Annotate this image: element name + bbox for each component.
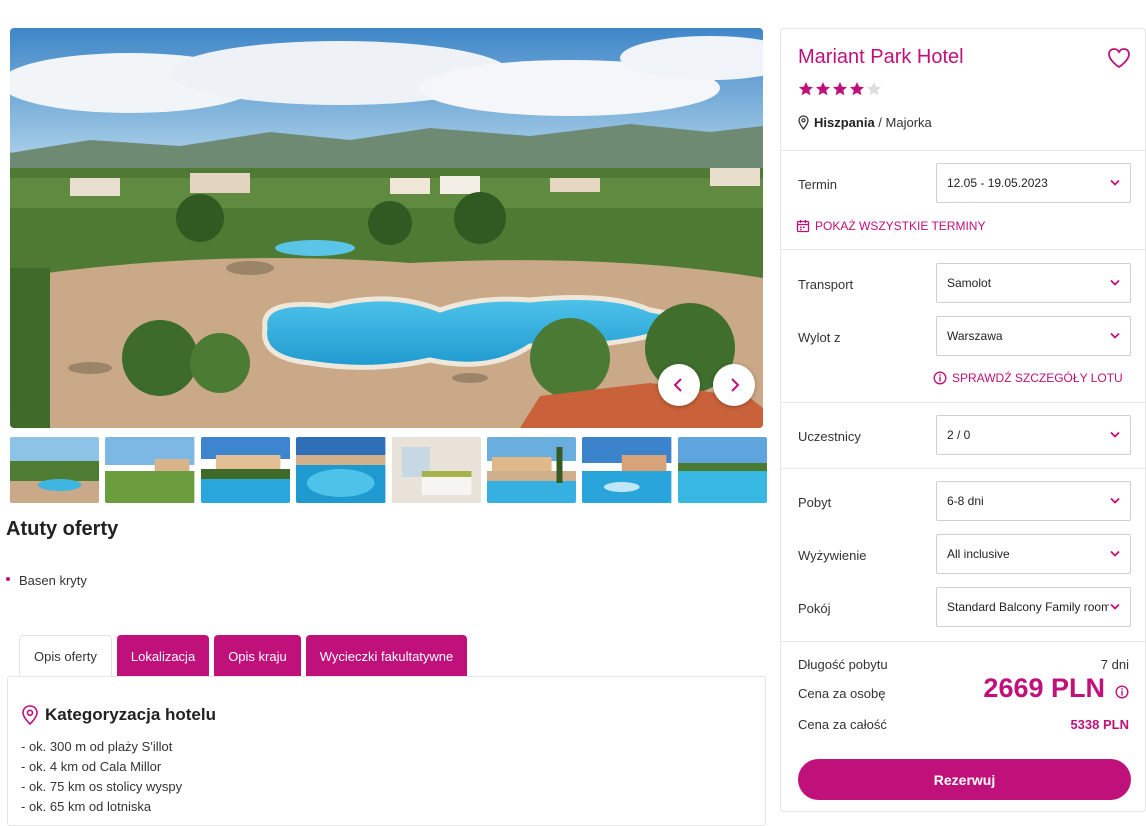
- hotel-category-title: Kategoryzacja hotelu: [45, 705, 216, 724]
- favorite-heart-icon[interactable]: [1107, 47, 1131, 69]
- chevron-down-icon: [1109, 496, 1121, 506]
- room-select[interactable]: Standard Balcony Family room: [936, 587, 1131, 627]
- thumbnail[interactable]: [677, 437, 767, 503]
- tab-location[interactable]: Lokalizacja: [116, 635, 210, 677]
- tab-offer-description[interactable]: Opis oferty: [19, 635, 112, 677]
- departure-value: Warszawa: [947, 329, 1003, 343]
- gallery-prev-button[interactable]: [658, 364, 700, 406]
- termin-label: Termin: [798, 177, 838, 192]
- location-pin-icon: [22, 705, 38, 725]
- star-filled-icon: [833, 82, 847, 96]
- chevron-left-icon: [673, 378, 682, 392]
- gallery-next-button[interactable]: [713, 364, 755, 406]
- thumbnail[interactable]: [105, 437, 195, 503]
- thumbnail[interactable]: [200, 437, 291, 503]
- stay-select[interactable]: 6-8 dni: [936, 481, 1131, 521]
- termin-select[interactable]: 12.05 - 19.05.2023: [936, 163, 1131, 203]
- calendar-icon: [796, 220, 810, 233]
- participants-value: 2 / 0: [947, 428, 971, 442]
- hero-image[interactable]: [10, 28, 763, 428]
- location-separator: /: [874, 115, 886, 130]
- thumbnail[interactable]: [486, 437, 577, 503]
- price-per-person-label: Cena za osobę: [798, 686, 886, 701]
- show-all-dates-label: POKAŻ WSZYSTKIE TERMINY: [815, 219, 986, 233]
- offer-tabs: Opis oferty Lokalizacja Opis kraju Wycie…: [19, 635, 468, 677]
- participants-label: Uczestnicy: [798, 429, 861, 444]
- star-empty-icon: [867, 82, 881, 96]
- tab-panel: Kategoryzacja hotelu - ok. 300 m od plaż…: [7, 676, 766, 826]
- chevron-down-icon: [1109, 430, 1121, 440]
- transport-value: Samolot: [947, 276, 992, 290]
- chevron-down-icon: [1109, 602, 1121, 612]
- location-pin-icon: [798, 115, 809, 130]
- divider: [781, 402, 1145, 403]
- stay-length-value: 7 dni: [1100, 657, 1129, 672]
- divider: [781, 150, 1145, 151]
- list-item: - ok. 75 km os stolicy wyspy: [21, 779, 183, 794]
- room-value: Standard Balcony Family room: [947, 600, 1112, 614]
- chevron-down-icon: [1109, 178, 1121, 188]
- chevron-down-icon: [1109, 331, 1121, 341]
- price-per-person: 2669 PLN: [983, 673, 1105, 703]
- tab-country-description[interactable]: Opis kraju: [214, 635, 301, 677]
- departure-select[interactable]: Warszawa: [936, 316, 1131, 356]
- info-icon: [933, 371, 947, 385]
- total-price: 5338 PLN: [1070, 717, 1129, 732]
- star-filled-icon: [816, 82, 830, 96]
- hotel-category-list: - ok. 300 m od plaży S'illot - ok. 4 km …: [21, 737, 182, 817]
- total-price-label: Cena za całość: [798, 717, 887, 732]
- thumbnail[interactable]: [582, 437, 672, 503]
- list-item: - ok. 300 m od plaży S'illot: [21, 739, 173, 754]
- info-icon[interactable]: [1115, 685, 1129, 699]
- offer-highlights-list: Basen kryty: [6, 573, 87, 588]
- chevron-down-icon: [1109, 549, 1121, 559]
- hotel-name: Mariant Park Hotel: [798, 46, 964, 68]
- stay-label: Pobyt: [798, 495, 832, 510]
- book-button[interactable]: Rezerwuj: [798, 759, 1131, 800]
- participants-select[interactable]: 2 / 0: [936, 415, 1131, 455]
- tab-excursions[interactable]: Wycieczki fakultatywne: [305, 635, 468, 677]
- hotel-location: Hiszpania / Majorka: [798, 115, 932, 130]
- board-value: All inclusive: [947, 547, 1010, 561]
- list-item: - ok. 65 km od lotniska: [21, 799, 152, 814]
- board-label: Wyżywienie: [798, 548, 867, 563]
- thumbnail-strip: [10, 437, 767, 503]
- flight-details-link[interactable]: SPRAWDŹ SZCZEGÓŁY LOTU: [933, 371, 1123, 385]
- divider: [781, 468, 1145, 469]
- termin-value: 12.05 - 19.05.2023: [947, 176, 1048, 190]
- chevron-right-icon: [731, 378, 740, 392]
- thumbnail[interactable]: [296, 437, 386, 503]
- departure-label: Wylot z: [798, 330, 841, 345]
- offer-highlights-title: Atuty oferty: [6, 518, 119, 540]
- list-item: Basen kryty: [6, 573, 87, 588]
- hotel-region: Majorka: [885, 115, 932, 130]
- divider: [781, 249, 1145, 250]
- hotel-rating: [798, 81, 882, 97]
- room-label: Pokój: [798, 601, 831, 616]
- hotel-category-heading: Kategoryzacja hotelu: [21, 705, 216, 725]
- stay-length-label: Długość pobytu: [798, 657, 888, 672]
- board-select[interactable]: All inclusive: [936, 534, 1131, 574]
- thumbnail[interactable]: [10, 437, 100, 503]
- booking-panel: Mariant Park Hotel Hiszpania / Majorka T…: [780, 28, 1146, 812]
- stay-value: 6-8 dni: [947, 494, 984, 508]
- star-filled-icon: [850, 82, 864, 96]
- show-all-dates-link[interactable]: POKAŻ WSZYSTKIE TERMINY: [796, 219, 985, 233]
- transport-select[interactable]: Samolot: [936, 263, 1131, 303]
- transport-label: Transport: [798, 277, 854, 292]
- chevron-down-icon: [1109, 278, 1121, 288]
- star-filled-icon: [799, 82, 813, 96]
- list-item: - ok. 4 km od Cala Millor: [21, 759, 162, 774]
- hotel-country: Hiszpania: [814, 115, 875, 130]
- thumbnail[interactable]: [391, 437, 481, 503]
- divider: [781, 641, 1145, 642]
- flight-details-label: SPRAWDŹ SZCZEGÓŁY LOTU: [952, 371, 1123, 385]
